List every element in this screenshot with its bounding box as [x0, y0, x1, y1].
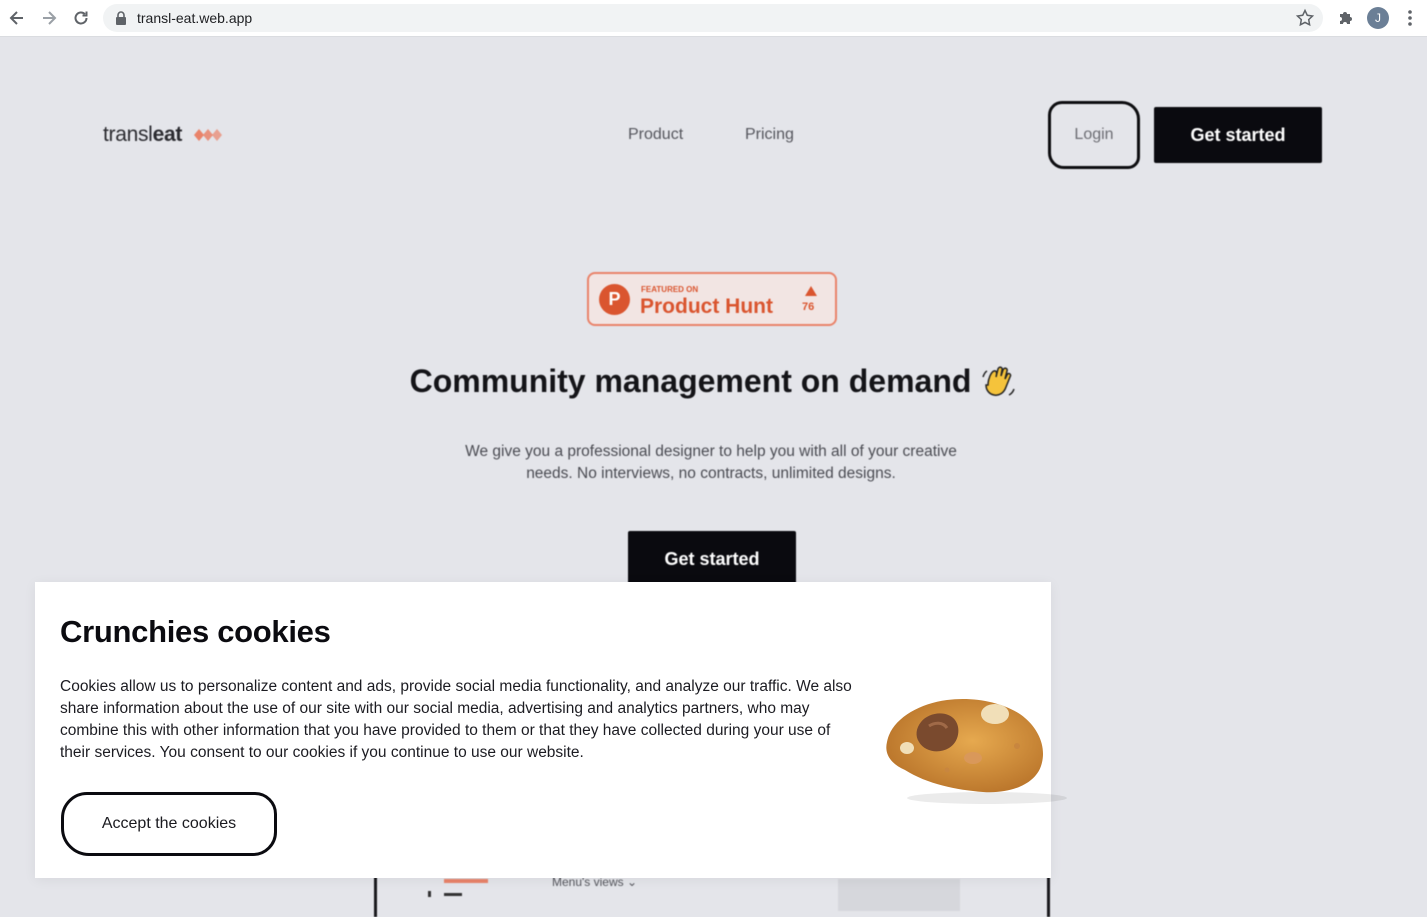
preview-right-panel — [838, 879, 960, 911]
logo-chevrons-icon — [194, 129, 223, 141]
lock-icon — [116, 11, 126, 25]
waving-hand-icon — [982, 366, 1016, 396]
bookmark-star-icon[interactable] — [1295, 8, 1315, 28]
product-hunt-logo-icon: P — [599, 284, 630, 315]
forward-arrow-icon[interactable] — [37, 6, 61, 30]
browser-toolbar: transl-eat.web.app J — [0, 0, 1427, 37]
get-started-hero-button[interactable]: Get started — [628, 531, 796, 587]
back-arrow-icon[interactable] — [5, 6, 29, 30]
get-started-header-button[interactable]: Get started — [1154, 107, 1322, 163]
accept-cookies-button[interactable]: Accept the cookies — [61, 792, 277, 856]
ph-upvote-count: 76 — [802, 301, 815, 313]
url-text: transl-eat.web.app — [137, 10, 253, 26]
login-button[interactable]: Login — [1048, 101, 1140, 169]
address-bar[interactable]: transl-eat.web.app — [103, 4, 1323, 32]
nav-link-pricing[interactable]: Pricing — [745, 126, 794, 144]
nav-link-product[interactable]: Product — [628, 126, 683, 144]
hero-title: Community management on demand — [0, 363, 1427, 403]
site-logo[interactable]: transleat — [103, 123, 226, 147]
cookie-modal-body: Cookies allow us to personalize content … — [60, 678, 852, 761]
kebab-menu-icon[interactable] — [1402, 8, 1418, 28]
ph-featured-label: FEATURED ON — [641, 285, 699, 294]
hero-subtitle: We give you a professional designer to h… — [465, 443, 957, 482]
logo-wordmark: transleat — [103, 123, 183, 146]
profile-avatar[interactable]: J — [1367, 7, 1389, 29]
cookie-image-icon — [886, 698, 1067, 804]
cookie-modal-title: Crunchies cookies — [60, 614, 331, 649]
reload-icon[interactable] — [69, 6, 93, 30]
ph-name: Product Hunt — [640, 295, 773, 318]
extensions-puzzle-icon[interactable] — [1336, 8, 1356, 28]
cookie-consent-modal: Crunchies cookies Cookies allow us to pe… — [35, 582, 1067, 878]
product-hunt-badge[interactable]: P FEATURED ON Product Hunt 76 — [587, 272, 837, 326]
preview-sidebar-graphic — [428, 879, 488, 897]
upvote-triangle-icon — [805, 286, 817, 296]
